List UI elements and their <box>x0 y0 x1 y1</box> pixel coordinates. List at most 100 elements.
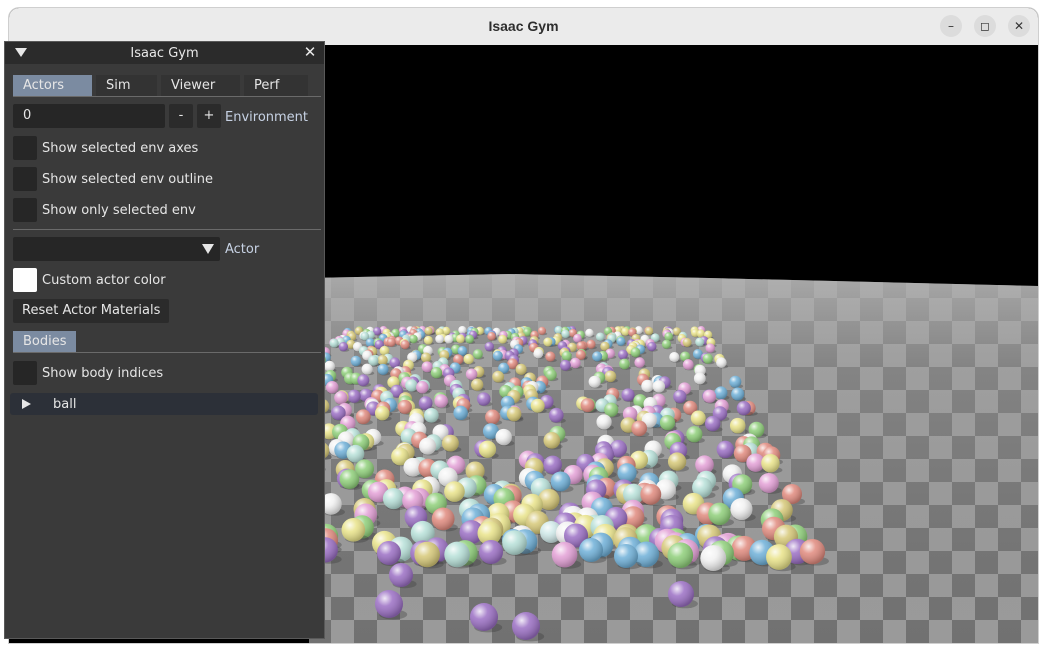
environment-increment-button[interactable]: + <box>197 104 221 128</box>
ball-highlight <box>375 590 403 618</box>
section-separator <box>13 229 321 230</box>
ball-highlight <box>604 370 617 383</box>
ball-highlight <box>708 502 731 526</box>
ball-highlight <box>758 472 779 493</box>
isaac-gym-panel[interactable]: Isaac Gym ✕ Actors Sim Viewer Perf 0 - +… <box>4 41 325 639</box>
ball-highlight <box>561 329 570 339</box>
ball-highlight <box>431 507 455 531</box>
tab-bodies[interactable]: Bodies <box>13 331 76 352</box>
expand-triangle-icon[interactable] <box>22 399 31 409</box>
ball-highlight <box>664 332 673 341</box>
ball-highlight <box>616 336 626 346</box>
ball-highlight <box>444 334 454 344</box>
ball-highlight <box>377 363 389 375</box>
ball-highlight <box>573 333 582 343</box>
ball-highlight <box>377 541 401 565</box>
ball-highlight <box>585 328 594 337</box>
ball-highlight <box>619 358 630 370</box>
ball-highlight <box>478 440 497 458</box>
ball-highlight <box>506 406 522 422</box>
show-env-axes-checkbox[interactable] <box>13 136 37 160</box>
ball-highlight <box>580 398 595 413</box>
custom-color-swatch[interactable] <box>13 268 37 292</box>
ball-highlight <box>714 386 728 400</box>
ball-highlight <box>661 339 672 349</box>
show-body-indices-checkbox[interactable] <box>13 361 37 385</box>
ball-highlight <box>414 541 440 568</box>
ball-highlight <box>631 420 648 437</box>
ball-highlight <box>550 471 571 492</box>
ball-highlight <box>668 581 694 607</box>
ball-highlight <box>334 391 348 405</box>
ball-highlight <box>400 339 410 350</box>
ball-highlight <box>614 544 638 568</box>
ball-highlight <box>368 355 379 366</box>
tab-perf[interactable]: Perf <box>244 75 308 96</box>
ball-highlight <box>716 357 727 368</box>
ball-highlight <box>405 379 418 392</box>
show-env-axes-label: Show selected env axes <box>42 141 199 156</box>
ball-highlight <box>729 375 742 388</box>
tab-actors[interactable]: Actors <box>13 75 92 96</box>
ball-highlight <box>479 540 503 564</box>
ball-highlight <box>705 415 721 432</box>
maximize-button[interactable]: ◻ <box>974 15 996 37</box>
ball-highlight <box>700 545 727 572</box>
panel-close-icon[interactable]: ✕ <box>302 44 318 60</box>
ball-highlight <box>444 481 465 502</box>
ball-highlight <box>548 407 564 423</box>
ball-highlight <box>682 359 694 370</box>
show-only-env-label: Show only selected env <box>42 203 196 218</box>
ball-highlight <box>419 437 437 455</box>
ball-highlight <box>492 350 503 361</box>
ball-highlight <box>596 414 612 430</box>
actor-label: Actor <box>225 242 260 257</box>
ball-highlight <box>374 405 390 421</box>
window-title: Isaac Gym <box>488 18 559 34</box>
ball-highlight <box>435 334 444 344</box>
panel-title-bar[interactable]: Isaac Gym ✕ <box>5 42 324 64</box>
ball-highlight <box>472 349 483 360</box>
ball-highlight <box>621 388 635 402</box>
tab-viewer[interactable]: Viewer <box>161 75 240 96</box>
ball-highlight <box>630 347 641 358</box>
ball-highlight <box>441 434 459 452</box>
dropdown-arrow-icon[interactable] <box>202 244 214 254</box>
environment-decrement-button[interactable]: - <box>169 104 193 128</box>
minimize-button[interactable]: – <box>940 15 962 37</box>
ball-highlight <box>485 409 500 425</box>
ball-highlight <box>495 428 512 446</box>
ball-highlight <box>586 339 596 349</box>
ball-highlight <box>502 530 527 555</box>
ball-highlight <box>729 417 746 434</box>
ball-highlight <box>551 541 578 568</box>
ball-highlight <box>456 334 465 344</box>
reset-actor-materials-button[interactable]: Reset Actor Materials <box>13 299 170 323</box>
ball-highlight <box>338 342 349 352</box>
custom-color-label: Custom actor color <box>42 273 166 288</box>
ball-highlight <box>538 326 547 335</box>
ball-highlight <box>695 337 705 347</box>
ball-highlight <box>617 349 628 360</box>
close-button[interactable]: ✕ <box>1008 15 1030 37</box>
ball-highlight <box>421 361 433 373</box>
ball-highlight <box>673 389 687 404</box>
ball-highlight <box>690 410 706 426</box>
ball-highlight <box>453 405 468 421</box>
ball-highlight <box>702 353 713 364</box>
actor-dropdown[interactable] <box>13 237 220 261</box>
tree-item-ball[interactable]: ball <box>10 393 318 415</box>
show-env-outline-checkbox[interactable] <box>13 167 37 191</box>
tab-sim[interactable]: Sim <box>96 75 157 96</box>
environment-input[interactable]: 0 <box>13 104 165 128</box>
tree-item-label: ball <box>53 397 77 412</box>
ball-highlight <box>716 440 735 459</box>
environment-label: Environment <box>225 110 309 125</box>
ball-highlight <box>512 612 540 640</box>
ball-highlight <box>324 360 335 372</box>
ball-highlight <box>420 352 432 363</box>
tab-separator <box>13 96 321 97</box>
ball-highlight <box>530 398 545 413</box>
show-only-env-checkbox[interactable] <box>13 198 37 222</box>
ball-highlight <box>595 332 605 341</box>
